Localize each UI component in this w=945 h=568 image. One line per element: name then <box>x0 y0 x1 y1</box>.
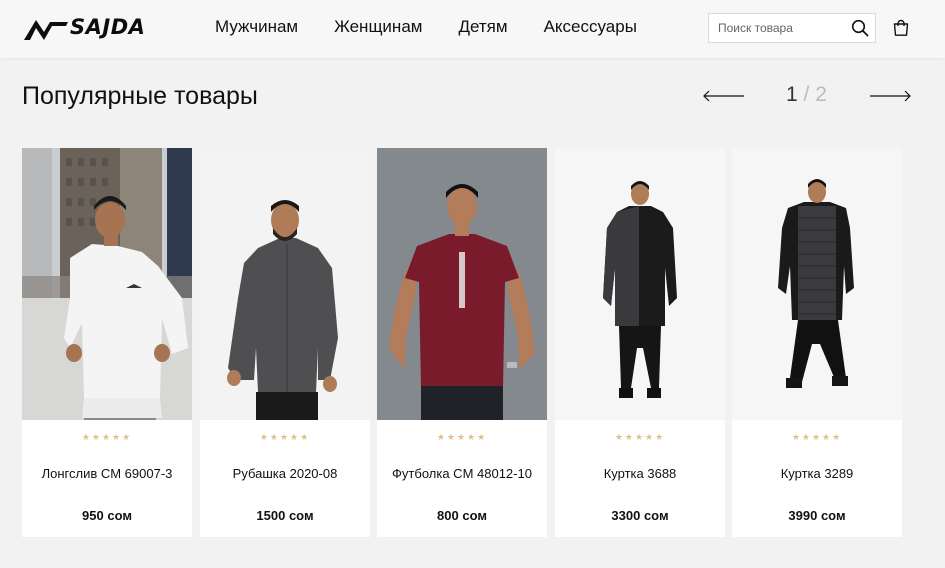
page-indicator: 1 / 2 <box>786 83 827 107</box>
product-image[interactable] <box>200 148 370 420</box>
search-box <box>708 13 876 43</box>
product-image[interactable] <box>732 148 902 420</box>
product-price: 950 сом <box>82 508 132 523</box>
product-name[interactable]: Футболка CM 48012-10 <box>377 466 547 481</box>
logo[interactable]: SAJDA <box>22 14 174 42</box>
product-name[interactable]: Рубашка 2020-08 <box>200 466 370 481</box>
logo-mark-icon <box>24 20 68 40</box>
rating-stars: ★★★★★ <box>614 432 666 442</box>
section-title: Популярные товары <box>22 82 258 110</box>
search-input[interactable] <box>709 14 847 42</box>
product-name[interactable]: Куртка 3289 <box>732 466 902 481</box>
total-pages: 2 <box>815 83 827 106</box>
site-header: SAJDA Мужчинам Женщинам Детям Аксессуары <box>0 0 945 58</box>
product-name[interactable]: Куртка 3688 <box>555 466 725 481</box>
nav-item-accessories[interactable]: Аксессуары <box>544 17 637 37</box>
product-carousel: ★★★★★ Лонгслив CM 69007-3 950 сом ★★★★★ … <box>22 148 902 537</box>
nav-item-kids[interactable]: Детям <box>458 17 507 37</box>
product-card[interactable]: ★★★★★ Куртка 3688 3300 сом <box>555 148 725 537</box>
carousel-pager: 1 / 2 <box>703 83 913 111</box>
product-price: 1500 сом <box>256 508 314 523</box>
product-price: 3990 сом <box>788 508 846 523</box>
rating-stars: ★★★★★ <box>259 432 311 442</box>
shopping-bag-icon[interactable] <box>892 19 910 37</box>
rating-stars: ★★★★★ <box>791 432 843 442</box>
logo-text: SAJDA <box>70 15 146 39</box>
product-image[interactable] <box>377 148 547 420</box>
product-card[interactable]: ★★★★★ Лонгслив CM 69007-3 950 сом <box>22 148 192 537</box>
rating-stars: ★★★★★ <box>436 432 488 442</box>
arrow-left-icon[interactable] <box>703 89 745 103</box>
product-price: 3300 сом <box>611 508 669 523</box>
product-price: 800 сом <box>437 508 487 523</box>
nav-item-women[interactable]: Женщинам <box>334 17 422 37</box>
product-name[interactable]: Лонгслив CM 69007-3 <box>22 466 192 481</box>
rating-stars: ★★★★★ <box>81 432 133 442</box>
nav-item-men[interactable]: Мужчинам <box>215 17 298 37</box>
product-card[interactable]: ★★★★★ Футболка CM 48012-10 800 сом <box>377 148 547 537</box>
arrow-right-icon[interactable] <box>869 89 911 103</box>
main-nav: Мужчинам Женщинам Детям Аксессуары <box>215 17 673 37</box>
page-separator: / <box>803 83 810 106</box>
current-page: 1 <box>786 83 798 106</box>
product-image[interactable] <box>22 148 192 420</box>
product-card[interactable]: ★★★★★ Рубашка 2020-08 1500 сом <box>200 148 370 537</box>
search-icon[interactable] <box>851 19 869 37</box>
product-card[interactable]: ★★★★★ Куртка 3289 3990 сом <box>732 148 902 537</box>
product-image[interactable] <box>555 148 725 420</box>
